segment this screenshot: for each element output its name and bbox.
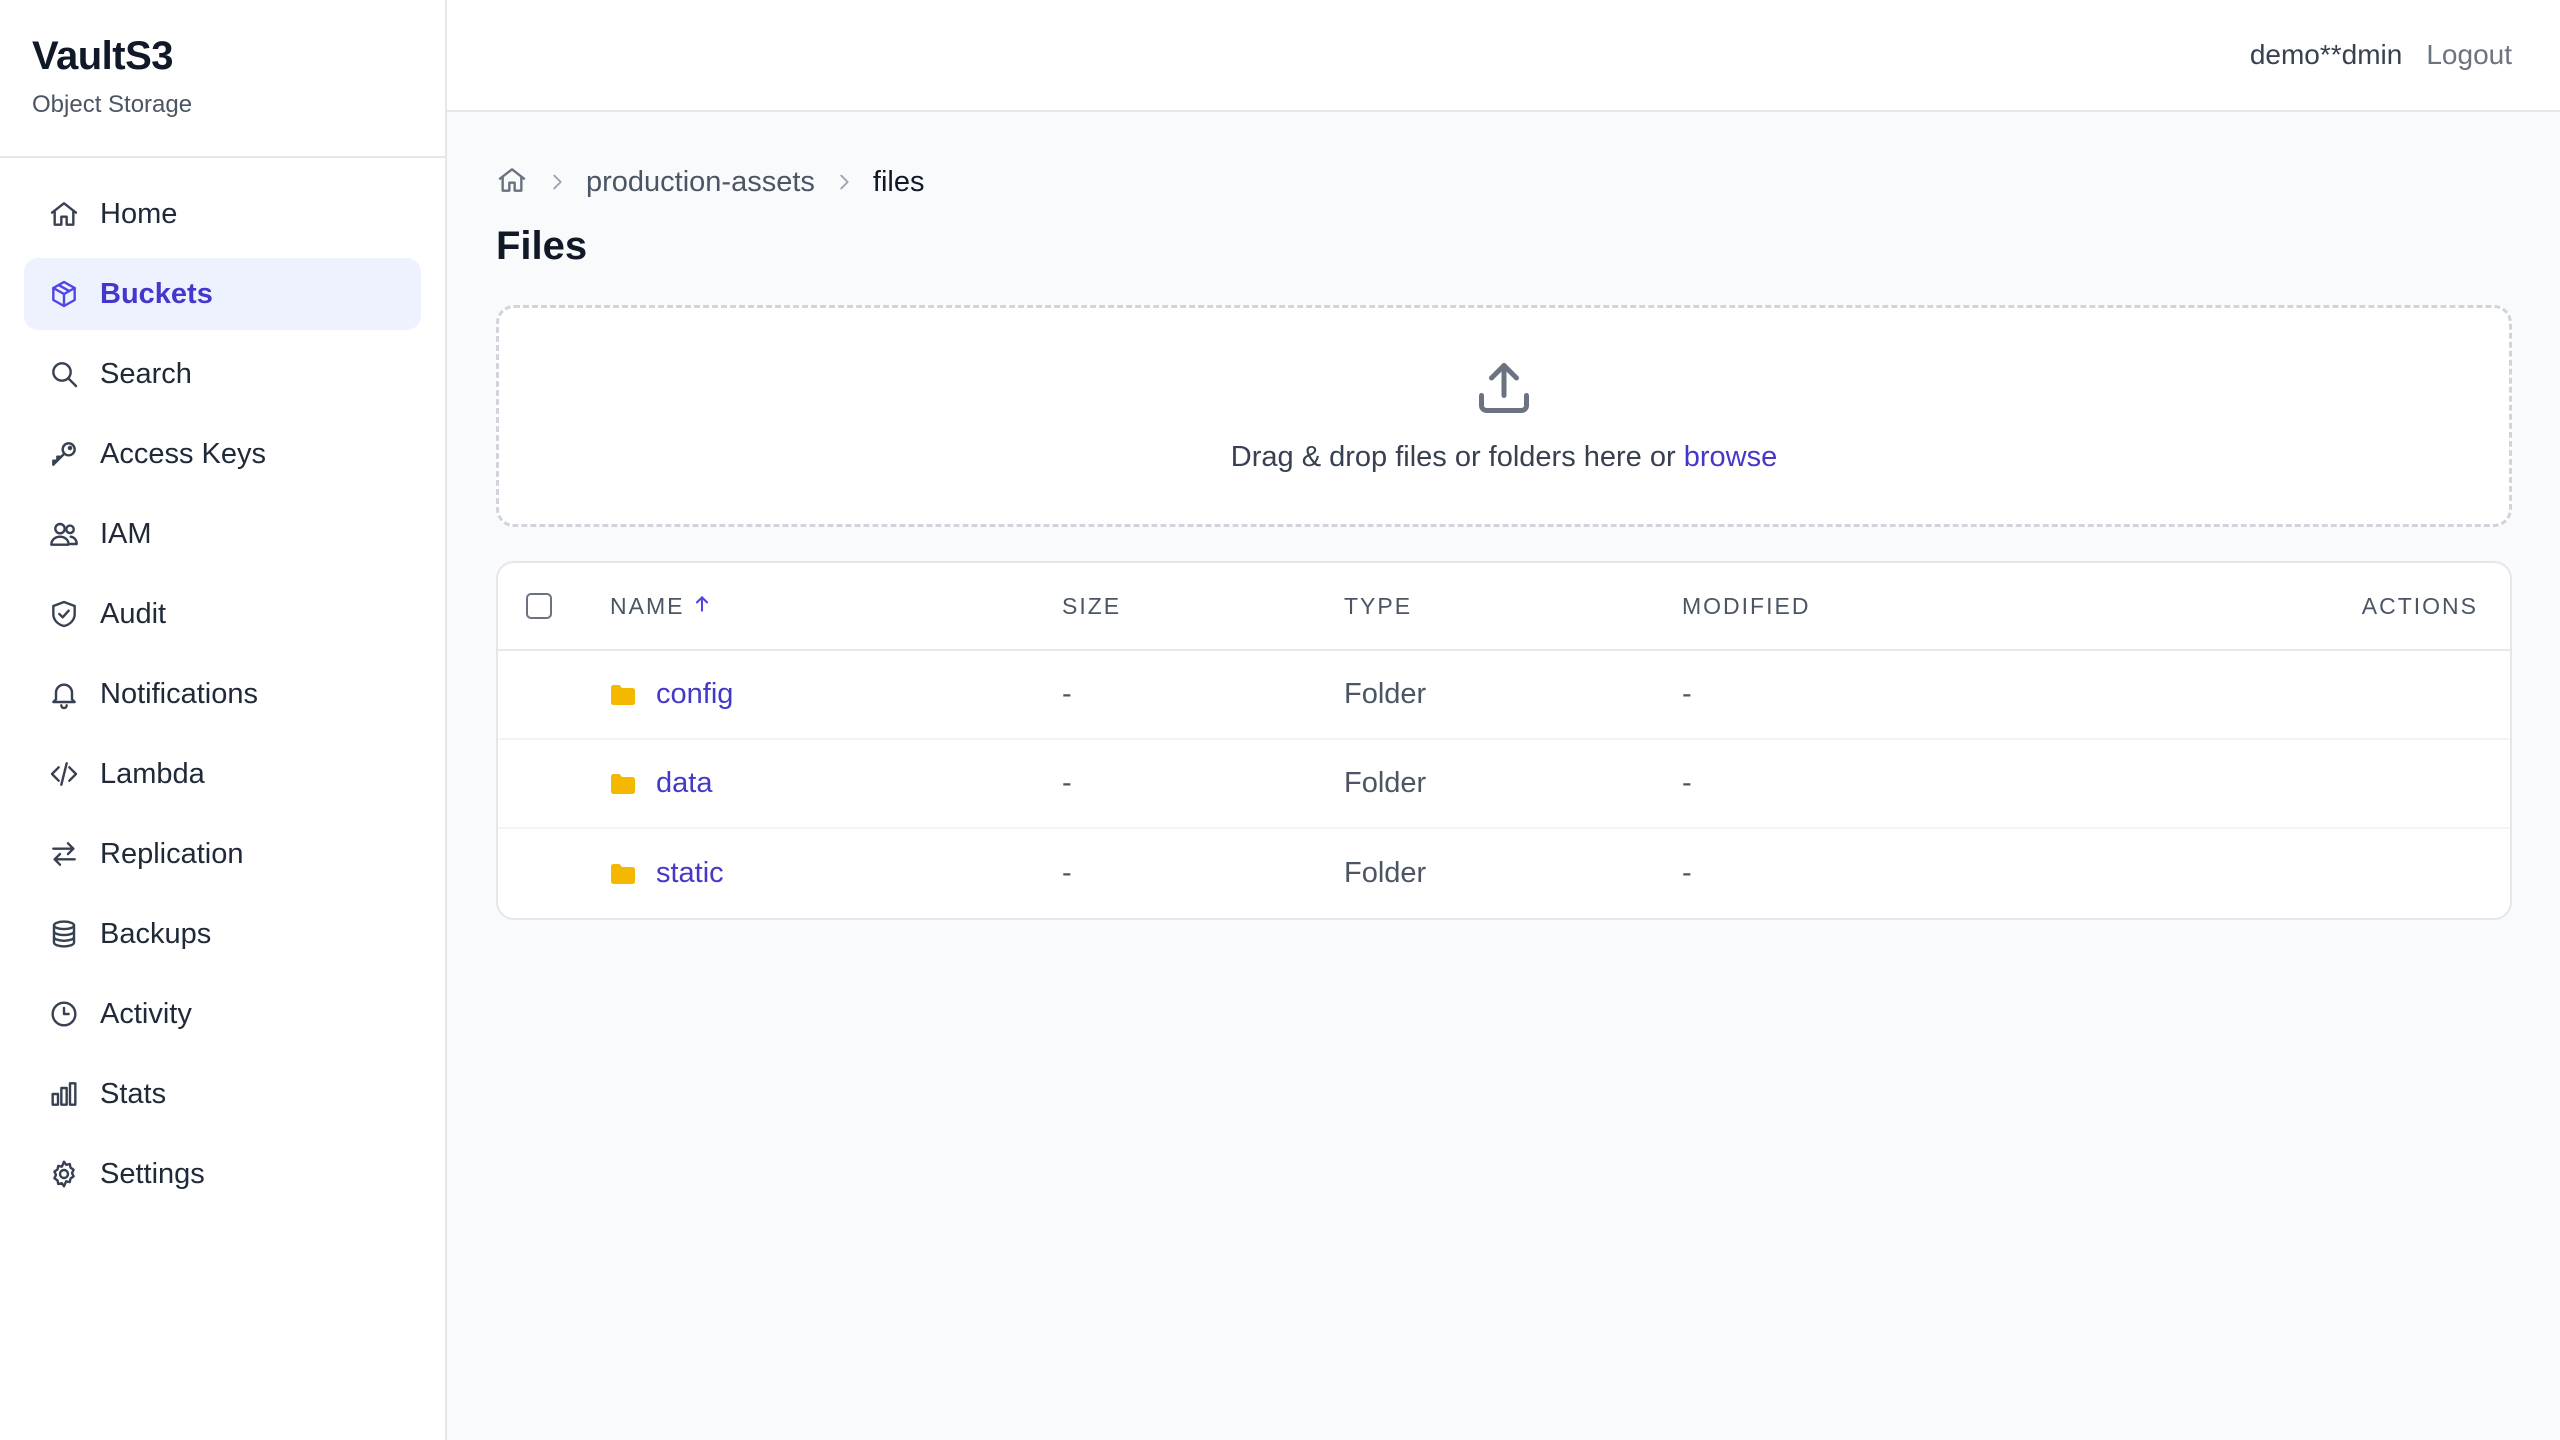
arrows-exchange-icon (48, 838, 80, 870)
folder-icon (610, 682, 636, 708)
upload-dropzone[interactable]: Drag & drop files or folders here or bro… (496, 305, 2512, 527)
modified-cell: - (1682, 678, 1692, 710)
sidebar-item-label: Buckets (100, 277, 213, 310)
modified-cell: - (1682, 767, 1692, 799)
sidebar-item-label: Settings (100, 1157, 205, 1190)
arrow-up-icon (684, 594, 712, 619)
breadcrumb: production-assets files (496, 162, 2512, 202)
sidebar-item-notifications[interactable]: Notifications (24, 658, 421, 730)
size-cell: - (1062, 767, 1072, 799)
brand: VaultS3 Object Storage (0, 0, 445, 158)
bell-icon (48, 678, 80, 710)
folder-link[interactable]: static (656, 857, 724, 890)
table-header: NAME SIZE TYPE MODIFIED ACTIONS (498, 563, 2510, 651)
column-header-modified[interactable]: MODIFIED (1682, 593, 2250, 620)
folder-icon (610, 771, 636, 797)
sidebar-item-label: Audit (100, 597, 167, 630)
column-header-name[interactable]: NAME (610, 593, 1062, 620)
home-icon[interactable] (496, 164, 528, 201)
sidebar-item-activity[interactable]: Activity (24, 978, 421, 1050)
cube-icon (48, 278, 80, 310)
code-icon (48, 758, 80, 790)
database-icon (48, 918, 80, 950)
size-cell: - (1062, 857, 1072, 889)
dropzone-text: Drag & drop files or folders here or bro… (1231, 441, 1777, 474)
type-cell: Folder (1344, 767, 1427, 799)
breadcrumb-current: files (872, 165, 925, 198)
table-row[interactable]: static - Folder - (498, 829, 2510, 918)
size-cell: - (1062, 678, 1072, 710)
sidebar-item-label: Backups (100, 917, 212, 950)
column-header-actions: ACTIONS (2361, 592, 2478, 619)
sidebar-item-label: Replication (100, 837, 244, 870)
modified-cell: - (1682, 857, 1692, 889)
dropzone-instructions: Drag & drop files or folders here or (1230, 441, 1676, 473)
current-user: demo**dmin (2249, 39, 2403, 70)
column-header-size[interactable]: SIZE (1062, 593, 1344, 620)
breadcrumb-bucket[interactable]: production-assets (586, 166, 815, 199)
files-table: NAME SIZE TYPE MODIFIED ACTIONS config - (496, 561, 2512, 920)
sidebar-item-label: IAM (100, 517, 152, 550)
sidebar-item-label: Search (100, 357, 192, 390)
sidebar-item-access-keys[interactable]: Access Keys (24, 418, 421, 490)
folder-link[interactable]: config (656, 678, 733, 711)
sidebar-item-lambda[interactable]: Lambda (24, 738, 421, 810)
sidebar-item-search[interactable]: Search (24, 338, 421, 410)
sidebar-item-label: Notifications (100, 677, 258, 710)
sidebar-item-home[interactable]: Home (24, 178, 421, 250)
page-title: Files (496, 224, 588, 268)
sidebar-item-label: Lambda (100, 757, 205, 790)
gear-icon (48, 1158, 80, 1190)
sidebar-item-buckets[interactable]: Buckets (24, 258, 421, 330)
sidebar-nav: Home Buckets Search Access Keys IAM Audi… (0, 158, 445, 1238)
sidebar: VaultS3 Object Storage Home Buckets Sear… (0, 0, 447, 1440)
sidebar-item-label: Access Keys (100, 437, 266, 470)
column-header-label: NAME (610, 592, 685, 619)
upload-icon (1474, 358, 1534, 423)
column-header-type[interactable]: TYPE (1344, 593, 1682, 620)
sidebar-item-iam[interactable]: IAM (24, 498, 421, 570)
clock-icon (48, 998, 80, 1030)
top-bar: demo**dmin Logout (447, 0, 2560, 112)
name-cell: config (610, 678, 1062, 711)
home-icon (48, 198, 80, 230)
bar-chart-icon (48, 1078, 80, 1110)
sidebar-item-audit[interactable]: Audit (24, 578, 421, 650)
sidebar-item-stats[interactable]: Stats (24, 1058, 421, 1130)
browse-link[interactable]: browse (1684, 441, 1778, 473)
sidebar-item-label: Stats (100, 1077, 167, 1110)
chevron-right-icon (833, 171, 855, 193)
name-cell: data (610, 767, 1062, 800)
main-area: demo**dmin Logout production-assets file… (447, 0, 2560, 1440)
folder-link[interactable]: data (656, 767, 712, 800)
sidebar-item-backups[interactable]: Backups (24, 898, 421, 970)
chevron-right-icon (546, 171, 568, 193)
key-icon (48, 438, 80, 470)
logout-button[interactable]: Logout (2426, 39, 2512, 71)
sidebar-item-label: Activity (100, 997, 192, 1030)
table-row[interactable]: data - Folder - (498, 740, 2510, 829)
table-row[interactable]: config - Folder - (498, 651, 2510, 740)
sidebar-item-settings[interactable]: Settings (24, 1138, 421, 1210)
select-all-checkbox[interactable] (526, 593, 552, 619)
search-icon (48, 358, 80, 390)
name-cell: static (610, 857, 1062, 890)
app-root: VaultS3 Object Storage Home Buckets Sear… (0, 0, 2560, 1440)
sidebar-item-label: Home (100, 197, 178, 230)
sidebar-item-replication[interactable]: Replication (24, 818, 421, 890)
brand-subtitle: Object Storage (32, 91, 193, 118)
users-icon (48, 518, 80, 550)
folder-icon (610, 861, 636, 887)
shield-check-icon (48, 598, 80, 630)
content: production-assets files Files Drag & dro… (447, 112, 2560, 920)
type-cell: Folder (1344, 678, 1427, 710)
type-cell: Folder (1344, 857, 1427, 889)
brand-name: VaultS3 (32, 34, 174, 78)
select-all-cell (498, 593, 610, 619)
